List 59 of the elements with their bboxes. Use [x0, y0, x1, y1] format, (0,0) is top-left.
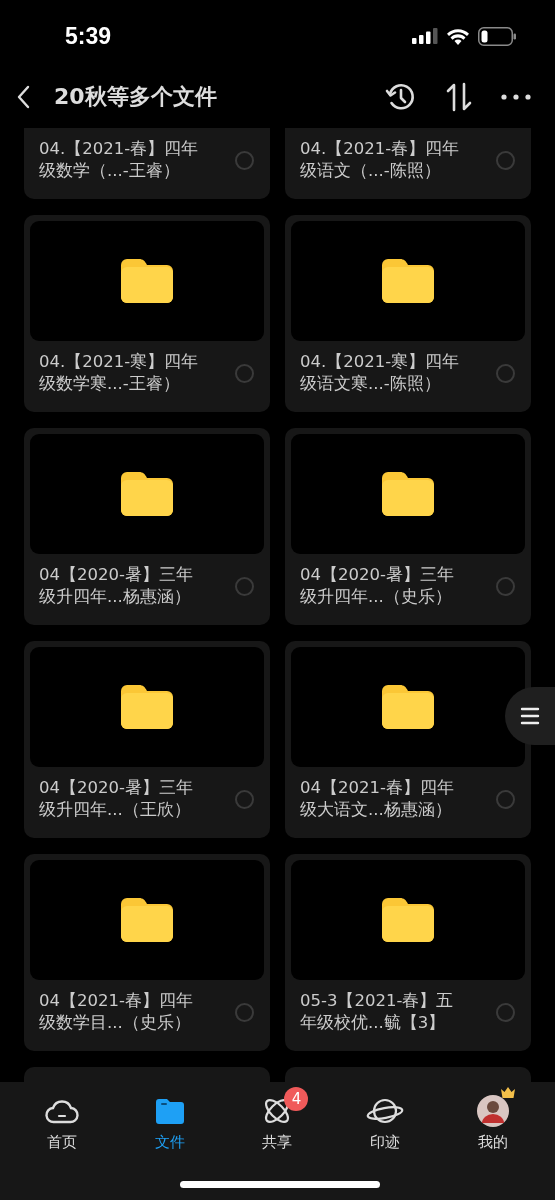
folder-card[interactable]: 04【2020-暑】三年级升四年...（史乐） — [285, 428, 531, 625]
status-time: 5:39 — [65, 22, 112, 50]
select-radio[interactable] — [496, 789, 515, 809]
folder-icon — [382, 685, 434, 729]
folder-icon — [121, 898, 173, 942]
folder-icon — [155, 1098, 184, 1124]
signal-icon — [412, 28, 438, 44]
folder-icon — [382, 259, 434, 303]
menu-icon — [520, 707, 540, 725]
tab-item[interactable]: 文件 — [129, 1084, 210, 1152]
back-icon[interactable] — [16, 85, 30, 109]
avatar-icon — [477, 1095, 510, 1127]
folder-icon — [121, 685, 173, 729]
folder-card[interactable]: 04【2020-暑】三年级升四年...杨惠涵） — [24, 428, 270, 625]
select-radio[interactable] — [235, 150, 254, 170]
header-title: 20秋等多个文件 — [54, 83, 218, 111]
file-name: 04.【2021-春】四年级语文（...-陈照） — [300, 138, 461, 182]
select-radio[interactable] — [496, 576, 515, 596]
folder-card[interactable]: 04.【2021-寒】四年级语文寒...-陈照） — [285, 215, 531, 412]
file-name: 04【2020-暑】三年级升四年...（史乐） — [300, 564, 455, 608]
sort-icon[interactable] — [445, 82, 473, 112]
select-radio[interactable] — [496, 150, 515, 170]
file-name: 04.【2021-春】四年级数学（...-王睿） — [39, 138, 200, 182]
folder-card[interactable]: 04【2021-春】四年级数学目...（史乐） — [24, 854, 270, 1051]
tab-item[interactable]: 首页 — [21, 1084, 102, 1152]
wifi-icon — [446, 27, 470, 45]
file-name: 05-3【2021-春】五年级校优...毓【3】 — [300, 990, 455, 1034]
select-radio[interactable] — [235, 363, 254, 383]
folder-card[interactable]: 04.【2021-春】四年级数学（...-王睿） — [24, 128, 270, 199]
select-radio[interactable] — [235, 1002, 254, 1022]
file-name: 04【2021-春】四年级数学目...（史乐） — [39, 990, 194, 1034]
file-name: 04【2020-暑】三年级升四年...杨惠涵） — [39, 564, 194, 608]
select-radio[interactable] — [235, 576, 254, 596]
battery-icon — [478, 26, 517, 46]
tab-item[interactable]: 4 共享 — [237, 1084, 318, 1152]
crown-icon — [501, 1087, 516, 1098]
folder-icon — [382, 472, 434, 516]
folder-card[interactable]: 04.【2021-春】四年级语文（...-陈照） — [285, 128, 531, 199]
file-name: 04【2020-暑】三年级升四年...（王欣） — [39, 777, 194, 821]
select-radio[interactable] — [496, 363, 515, 383]
select-radio[interactable] — [496, 1002, 515, 1022]
select-radio[interactable] — [235, 789, 254, 809]
folder-icon — [121, 472, 173, 516]
cloud-icon — [44, 1098, 79, 1124]
tab-item[interactable]: 印迹 — [345, 1084, 426, 1152]
folder-icon — [121, 259, 173, 303]
history-icon[interactable] — [385, 81, 417, 113]
file-name: 04.【2021-寒】四年级语文寒...-陈照） — [300, 351, 461, 395]
notification-badge: 4 — [284, 1087, 309, 1111]
file-name: 04.【2021-寒】四年级数学寒...-王睿） — [39, 351, 200, 395]
more-icon[interactable] — [501, 94, 531, 100]
folder-card[interactable]: 05-3【2021-春】五年级校优...毓【3】 — [285, 854, 531, 1051]
folder-icon — [382, 898, 434, 942]
folder-card[interactable]: 04.【2021-寒】四年级数学寒...-王睿） — [24, 215, 270, 412]
planet-icon — [366, 1096, 405, 1126]
folder-card[interactable]: 04【2020-暑】三年级升四年...（王欣） — [24, 641, 270, 838]
tab-item[interactable]: 我的 — [453, 1084, 534, 1152]
folder-card[interactable]: 04【2021-春】四年级大语文...杨惠涵） — [285, 641, 531, 838]
file-name: 04【2021-春】四年级大语文...杨惠涵） — [300, 777, 455, 821]
